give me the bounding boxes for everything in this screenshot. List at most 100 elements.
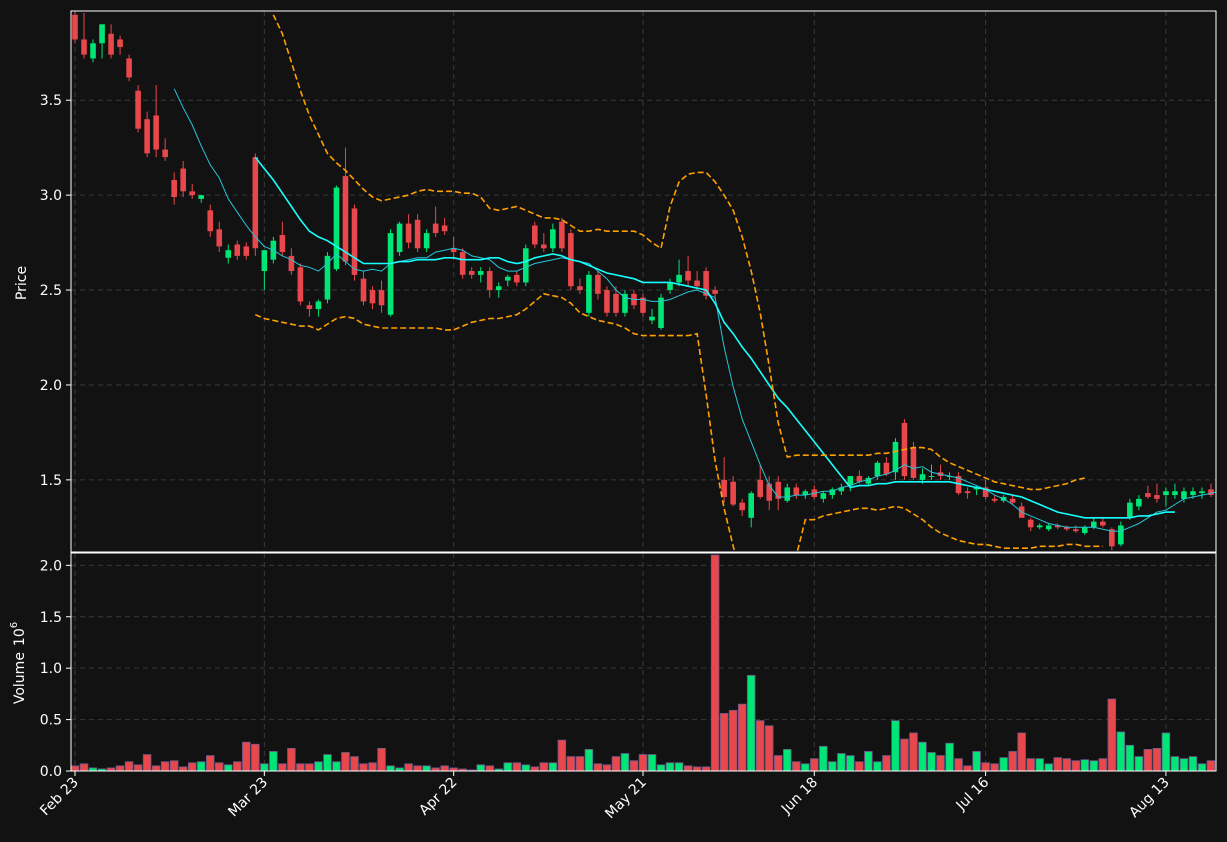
volume-bar	[918, 741, 927, 771]
volume-bar	[819, 745, 828, 771]
candle-body	[586, 274, 592, 313]
volume-bar	[224, 764, 233, 771]
volume-bar	[999, 757, 1008, 771]
candle-body	[432, 223, 439, 234]
candle-body	[1163, 491, 1169, 496]
volume-ytick-label: 1.5	[40, 610, 62, 626]
candle-body	[694, 280, 700, 287]
candle-body	[315, 301, 322, 310]
candle-body	[577, 286, 583, 291]
candle-body	[171, 179, 177, 198]
candle-body	[1145, 493, 1151, 497]
volume-bar	[1053, 757, 1062, 771]
volume-bar	[1116, 731, 1126, 771]
volume-bar	[476, 764, 485, 771]
price-ytick-label: 2.0	[40, 378, 62, 394]
volume-bar	[972, 751, 981, 771]
volume-bar	[656, 764, 666, 771]
candle-body	[468, 271, 475, 275]
candle	[396, 221, 403, 256]
candle-body	[1009, 498, 1016, 503]
volume-bar	[548, 762, 558, 771]
volume-bar	[954, 758, 963, 771]
volume-bar	[440, 765, 449, 771]
volume-bar	[855, 761, 864, 771]
candle-body	[1118, 525, 1124, 545]
candle-body	[135, 90, 141, 129]
candle	[459, 248, 466, 279]
candle-body	[784, 487, 791, 501]
volume-bar	[1179, 758, 1189, 771]
candle-body	[1208, 489, 1214, 496]
candle-body	[126, 58, 132, 78]
candle-body	[820, 493, 827, 499]
volume-axis-exponent-power: 6	[9, 622, 20, 628]
candle	[126, 54, 132, 82]
volume-bar	[990, 763, 999, 771]
candle-body	[504, 276, 511, 281]
volume-bar	[593, 763, 603, 771]
candle-body	[423, 233, 430, 249]
candle-body	[928, 476, 935, 478]
volume-bar	[287, 747, 296, 771]
volume-ytick-label: 0.5	[40, 713, 62, 729]
candle-body	[324, 255, 331, 300]
stock-chart: 1.52.02.53.03.5 0.00.51.01.52.0 Feb 23 Ma…	[0, 0, 1227, 842]
candle-body	[360, 278, 367, 302]
volume-bar	[1071, 760, 1080, 771]
volume-bar	[1206, 760, 1216, 771]
candle-body	[748, 493, 754, 518]
volume-bar	[909, 732, 918, 771]
candle-body	[387, 233, 394, 315]
volume-bar	[1017, 732, 1026, 771]
volume-bar	[278, 763, 287, 771]
candle-body	[243, 246, 250, 256]
volume-bar	[422, 765, 431, 771]
volume-bar	[260, 763, 269, 771]
candle	[297, 263, 304, 306]
volume-bar	[1134, 756, 1144, 771]
candle-body	[333, 187, 340, 270]
volume-ytick-label: 2.0	[40, 558, 62, 574]
candle-body	[414, 219, 421, 249]
volume-bar	[160, 761, 170, 771]
candle-body	[180, 168, 186, 192]
volume-bar	[1161, 732, 1171, 771]
candle-body	[595, 274, 601, 294]
volume-bar	[602, 764, 612, 771]
chart-background	[0, 0, 1227, 842]
candle	[387, 229, 394, 317]
volume-bar	[674, 762, 684, 771]
volume-bar	[837, 753, 846, 771]
candle-body	[1090, 521, 1097, 528]
volume-bar	[1089, 760, 1099, 771]
candle	[333, 185, 340, 272]
candle-body	[1072, 529, 1079, 532]
candle-body	[712, 290, 718, 294]
candle	[622, 290, 628, 317]
volume-bar	[981, 762, 990, 771]
volume-bar	[296, 763, 305, 771]
volume-bar	[638, 754, 648, 771]
volume-bar	[1062, 758, 1071, 771]
candle-body	[198, 195, 205, 199]
volume-bar	[269, 751, 278, 771]
volume-bar	[521, 764, 531, 771]
candle	[252, 153, 259, 256]
volume-bar	[485, 765, 494, 771]
volume-bar	[764, 725, 774, 771]
price-axis-title: Price	[14, 266, 30, 300]
volume-bar	[242, 741, 251, 771]
volume-bar	[1170, 756, 1180, 771]
candle-body	[279, 234, 286, 253]
volume-bar	[557, 739, 567, 771]
volume-bar	[755, 720, 765, 771]
price-ytick-label: 2.5	[40, 283, 62, 299]
volume-bar	[710, 554, 720, 771]
candle-body	[189, 191, 196, 196]
volume-bar	[1008, 751, 1017, 771]
volume-bar	[142, 754, 152, 771]
volume-bar	[1098, 758, 1108, 771]
volume-bar	[882, 755, 891, 771]
volume-axis-label: Volume	[12, 652, 28, 704]
